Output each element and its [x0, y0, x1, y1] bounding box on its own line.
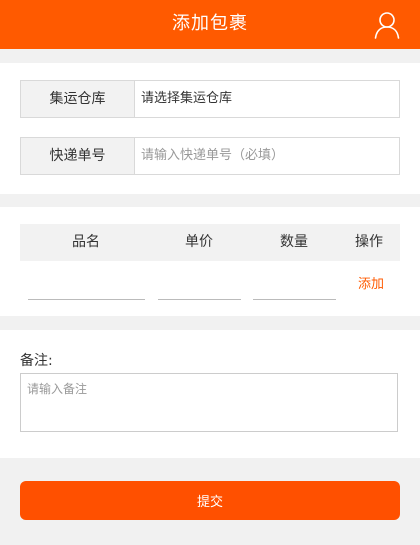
warehouse-field[interactable]: 集运仓库 请选择集运仓库 — [20, 80, 400, 118]
remark-label: 备注: — [20, 353, 53, 369]
submit-button[interactable]: 提交 — [20, 481, 400, 520]
remark-panel: 备注: — [0, 330, 420, 458]
tracking-label: 快递单号 — [21, 138, 135, 174]
warehouse-select[interactable]: 请选择集运仓库 — [141, 81, 391, 117]
column-action: 操作 — [355, 234, 383, 250]
item-name-input[interactable] — [28, 287, 145, 300]
item-price-input[interactable] — [158, 287, 241, 300]
column-quantity: 数量 — [280, 234, 308, 250]
package-info-panel: 集运仓库 请选择集运仓库 快递单号 — [0, 63, 420, 194]
app-header: 添加包裹 — [0, 0, 420, 49]
items-table-header: 品名 单价 数量 操作 — [20, 224, 400, 261]
page-title: 添加包裹 — [172, 13, 248, 34]
tracking-field[interactable]: 快递单号 — [20, 137, 400, 175]
add-item-link[interactable]: 添加 — [358, 273, 384, 292]
user-icon[interactable] — [374, 11, 400, 39]
column-name: 品名 — [72, 234, 100, 250]
remark-textarea[interactable] — [20, 373, 398, 432]
tracking-number-input[interactable] — [141, 138, 391, 174]
item-quantity-input[interactable] — [253, 287, 336, 300]
submit-area: 提交 — [0, 458, 420, 545]
warehouse-label: 集运仓库 — [21, 81, 135, 117]
items-panel: 品名 单价 数量 操作 添加 — [0, 207, 420, 316]
column-price: 单价 — [185, 234, 213, 250]
